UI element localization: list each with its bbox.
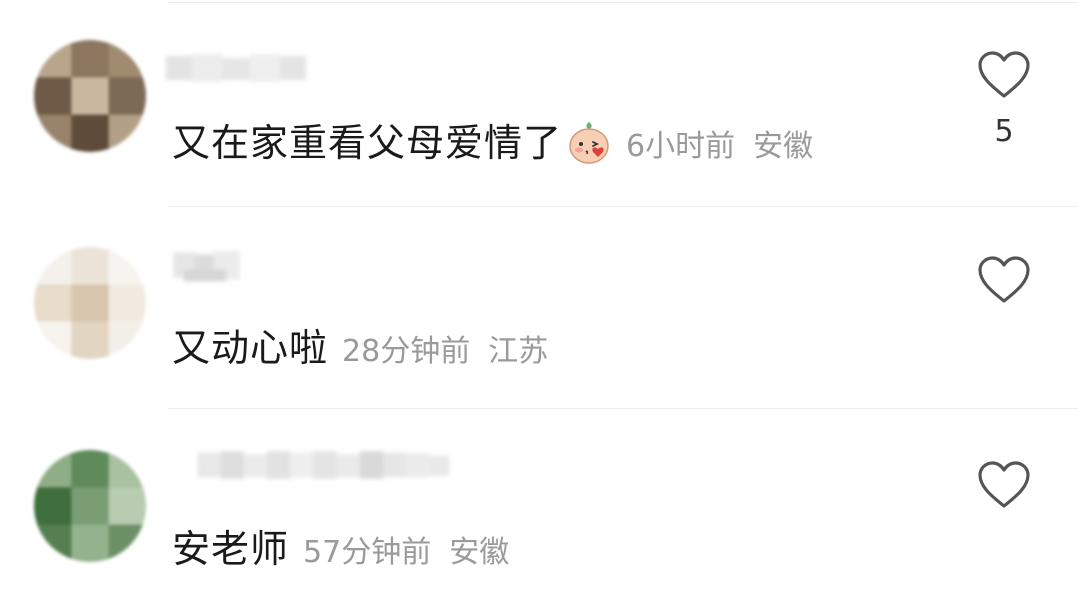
avatar[interactable] (34, 450, 146, 562)
avatar[interactable] (34, 40, 146, 152)
username-redacted[interactable] (166, 52, 326, 86)
comment-time: 57分钟前 (303, 535, 432, 570)
comment-item: 又在家重看父母爱情了 6小时前 安徽 5 (0, 0, 1078, 200)
avatar[interactable] (34, 247, 146, 359)
comment-text: 安老师 (172, 527, 290, 571)
like-button[interactable] (976, 460, 1032, 550)
username-redacted[interactable] (160, 448, 490, 482)
comment-location: 江苏 (488, 334, 549, 369)
comment-content: 又在家重看父母爱情了 6小时前 安徽 (172, 112, 813, 168)
comment-time: 28分钟前 (342, 334, 471, 369)
comment-text: 又在家重看父母爱情了 (172, 121, 563, 165)
username-redacted[interactable] (166, 249, 266, 283)
cute-kiss-emoji-icon (569, 122, 609, 164)
like-count: 5 (994, 114, 1014, 149)
heart-outline-icon (978, 51, 1030, 98)
comment-item: 安老师 57分钟前 安徽 (0, 408, 1078, 608)
comment-content: 又动心啦 28分钟前 江苏 (172, 317, 548, 373)
like-button[interactable] (976, 255, 1032, 345)
comment-content: 安老师 57分钟前 安徽 (172, 518, 509, 574)
comment-location: 安徽 (753, 129, 814, 164)
comment-time: 6小时前 (626, 129, 736, 164)
like-button[interactable]: 5 (976, 50, 1032, 149)
comment-location: 安徽 (449, 535, 510, 570)
comment-text: 又动心啦 (172, 326, 329, 370)
comment-item: 又动心啦 28分钟前 江苏 (0, 205, 1078, 405)
heart-outline-icon (978, 256, 1030, 303)
heart-outline-icon (978, 461, 1030, 508)
